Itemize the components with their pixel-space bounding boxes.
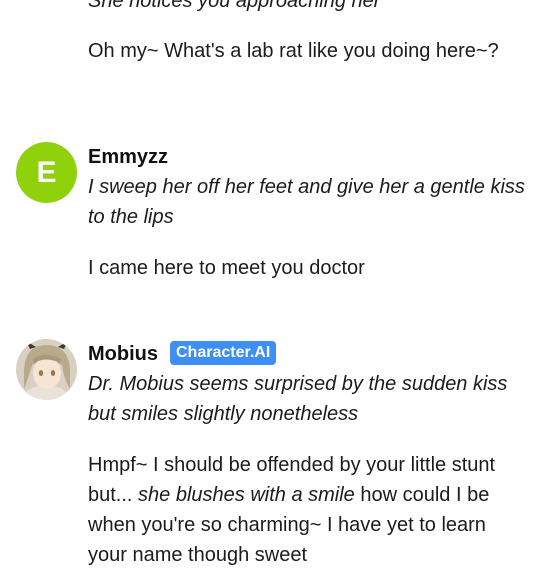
author-name-text: Mobius [88, 343, 158, 365]
message-text: Oh my~ What's a lab rat like you doing h… [88, 40, 499, 62]
message-text: I came here to meet you doctor [88, 257, 365, 279]
message-action: Dr. Mobius seems surprised by the sudden… [88, 373, 508, 425]
avatar[interactable]: E [16, 142, 77, 203]
avatar-letter: E [36, 155, 57, 189]
message-action: She notices you approaching her [88, 0, 381, 12]
character-ai-badge: Character.AI [170, 341, 277, 365]
avatar[interactable] [16, 339, 77, 400]
message-text: Hmpf~ I should be offended by your littl… [88, 450, 528, 570]
author-name[interactable]: Mobius Character.AI [88, 339, 277, 369]
author-name[interactable]: Emmyzz [88, 142, 168, 172]
message-inline-action: she blushes with a smile [138, 484, 355, 506]
character-avatar-icon [16, 339, 77, 400]
message-action: I sweep her off her feet and give her a … [88, 176, 525, 228]
